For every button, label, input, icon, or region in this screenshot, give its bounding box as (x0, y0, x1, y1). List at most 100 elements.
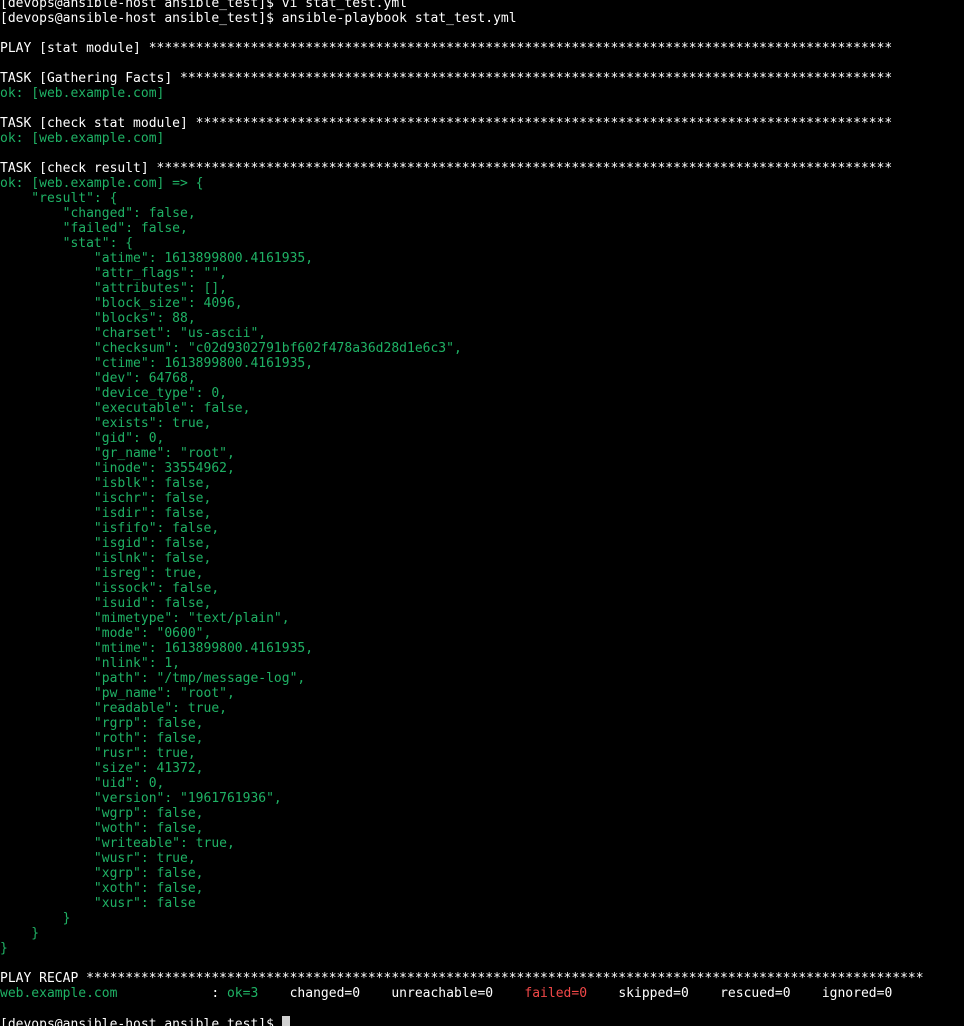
terminal-line: "roth": false, (0, 731, 964, 746)
terminal-line: "pw_name": "root", (0, 686, 964, 701)
terminal-text: "attr_flags": "", (0, 266, 227, 281)
terminal-text: [devops@ansible-host ansible_test]$ vi s… (0, 0, 407, 11)
terminal-line: "gid": 0, (0, 431, 964, 446)
terminal-text: ok: [web.example.com] (0, 86, 165, 101)
terminal-line: PLAY [stat module] *********************… (0, 41, 964, 56)
terminal-text: "inode": 33554962, (0, 461, 235, 476)
terminal-line: "readable": true, (0, 701, 964, 716)
terminal-line: "xoth": false, (0, 881, 964, 896)
terminal-line: "ctime": 1613899800.4161935, (0, 356, 964, 371)
terminal-text: "exists": true, (0, 416, 212, 431)
terminal-line: "changed": false, (0, 206, 964, 221)
terminal-text: "result": { (0, 191, 118, 206)
terminal-text: PLAY [stat module] *********************… (0, 41, 893, 56)
terminal-text: "nlink": 1, (0, 656, 181, 671)
terminal-line: web.example.com : ok=3 changed=0 unreach… (0, 986, 964, 1001)
terminal-line: "writeable": true, (0, 836, 964, 851)
terminal-line: "isblk": false, (0, 476, 964, 491)
terminal-line: "device_type": 0, (0, 386, 964, 401)
terminal-text: "xoth": false, (0, 881, 204, 896)
terminal-text: "changed": false, (0, 206, 196, 221)
terminal-line: "issock": false, (0, 581, 964, 596)
terminal-line: "xusr": false (0, 896, 964, 911)
terminal-text: "checksum": "c02d9302791bf602f478a36d28d… (0, 341, 462, 356)
terminal-text: [devops@ansible-host ansible_test]$ ansi… (0, 11, 517, 26)
terminal-text: "blocks": 88, (0, 311, 196, 326)
terminal-text: PLAY RECAP *****************************… (0, 971, 924, 986)
terminal-line: "path": "/tmp/message-log", (0, 671, 964, 686)
terminal-line: ok: [web.example.com] => { (0, 176, 964, 191)
terminal-line: "woth": false, (0, 821, 964, 836)
terminal-line: "nlink": 1, (0, 656, 964, 671)
terminal-text: "rgrp": false, (0, 716, 204, 731)
terminal-text: } (0, 941, 8, 956)
terminal-line: "failed": false, (0, 221, 964, 236)
terminal-line: "dev": 64768, (0, 371, 964, 386)
terminal-text: "pw_name": "root", (0, 686, 235, 701)
terminal-text: "isblk": false, (0, 476, 212, 491)
terminal-line: "isuid": false, (0, 596, 964, 611)
terminal-text: "ischr": false, (0, 491, 212, 506)
terminal-text: "roth": false, (0, 731, 204, 746)
terminal-line: "wgrp": false, (0, 806, 964, 821)
terminal-text: failed=0 (524, 986, 588, 1001)
terminal-text: "block_size": 4096, (0, 296, 243, 311)
terminal-text: : (117, 986, 227, 1001)
terminal-text: "mode": "0600", (0, 626, 212, 641)
terminal-text: ok=3 (226, 986, 259, 1001)
terminal-text: "gr_name": "root", (0, 446, 235, 461)
terminal-line: "block_size": 4096, (0, 296, 964, 311)
terminal-line: "mtime": 1613899800.4161935, (0, 641, 964, 656)
terminal-line: "rgrp": false, (0, 716, 964, 731)
terminal-line: "attr_flags": "", (0, 266, 964, 281)
terminal-line: PLAY RECAP *****************************… (0, 971, 964, 986)
terminal-line: } (0, 941, 964, 956)
terminal-line: "size": 41372, (0, 761, 964, 776)
terminal-text: } (0, 911, 71, 926)
terminal-text: "islnk": false, (0, 551, 212, 566)
terminal-text: changed=0 unreachable=0 (258, 986, 525, 1001)
terminal-text: "writeable": true, (0, 836, 235, 851)
terminal-text: "path": "/tmp/message-log", (0, 671, 306, 686)
terminal-text: "device_type": 0, (0, 386, 227, 401)
terminal-line: } (0, 926, 964, 941)
terminal-text: TASK [Gathering Facts] *****************… (0, 71, 893, 86)
terminal-line: [devops@ansible-host ansible_test]$ ansi… (0, 11, 964, 26)
terminal-text: "isuid": false, (0, 596, 212, 611)
terminal-line: "inode": 33554962, (0, 461, 964, 476)
terminal-text: "issock": false, (0, 581, 220, 596)
terminal-line: "checksum": "c02d9302791bf602f478a36d28d… (0, 341, 964, 356)
terminal-text: "isgid": false, (0, 536, 212, 551)
terminal-line: "isreg": true, (0, 566, 964, 581)
terminal-cursor (281, 1016, 290, 1026)
terminal-line: "wusr": true, (0, 851, 964, 866)
terminal-text: "atime": 1613899800.4161935, (0, 251, 314, 266)
terminal-window[interactable]: [devops@ansible-host ansible_test]$ vi s… (0, 0, 964, 1026)
terminal-text: "charset": "us-ascii", (0, 326, 267, 341)
terminal-text: skipped=0 rescued=0 ignored=0 (587, 986, 893, 1001)
terminal-line: "ischr": false, (0, 491, 964, 506)
terminal-line: [devops@ansible-host ansible_test]$ (0, 1016, 964, 1026)
terminal-text: "version": "1961761936", (0, 791, 282, 806)
terminal-line: TASK [Gathering Facts] *****************… (0, 71, 964, 86)
terminal-text: "woth": false, (0, 821, 204, 836)
terminal-text: TASK [check stat module] ***************… (0, 116, 893, 131)
terminal-text: "wusr": true, (0, 851, 196, 866)
terminal-text: TASK [check result] ********************… (0, 161, 893, 176)
terminal-text: } (0, 926, 40, 941)
terminal-line: ok: [web.example.com] (0, 86, 964, 101)
terminal-text: web.example.com (0, 986, 118, 1001)
terminal-line: ok: [web.example.com] (0, 131, 964, 146)
terminal-text: ok: [web.example.com] => { (0, 176, 204, 191)
terminal-text: "isreg": true, (0, 566, 204, 581)
terminal-text: "xusr": false (0, 896, 196, 911)
terminal-text: "readable": true, (0, 701, 227, 716)
terminal-text: "dev": 64768, (0, 371, 196, 386)
terminal-line: "gr_name": "root", (0, 446, 964, 461)
terminal-text: "xgrp": false, (0, 866, 204, 881)
terminal-line: } (0, 911, 964, 926)
terminal-text: "failed": false, (0, 221, 188, 236)
terminal-output: [devops@ansible-host ansible_test]$ vi s… (0, 0, 964, 1026)
